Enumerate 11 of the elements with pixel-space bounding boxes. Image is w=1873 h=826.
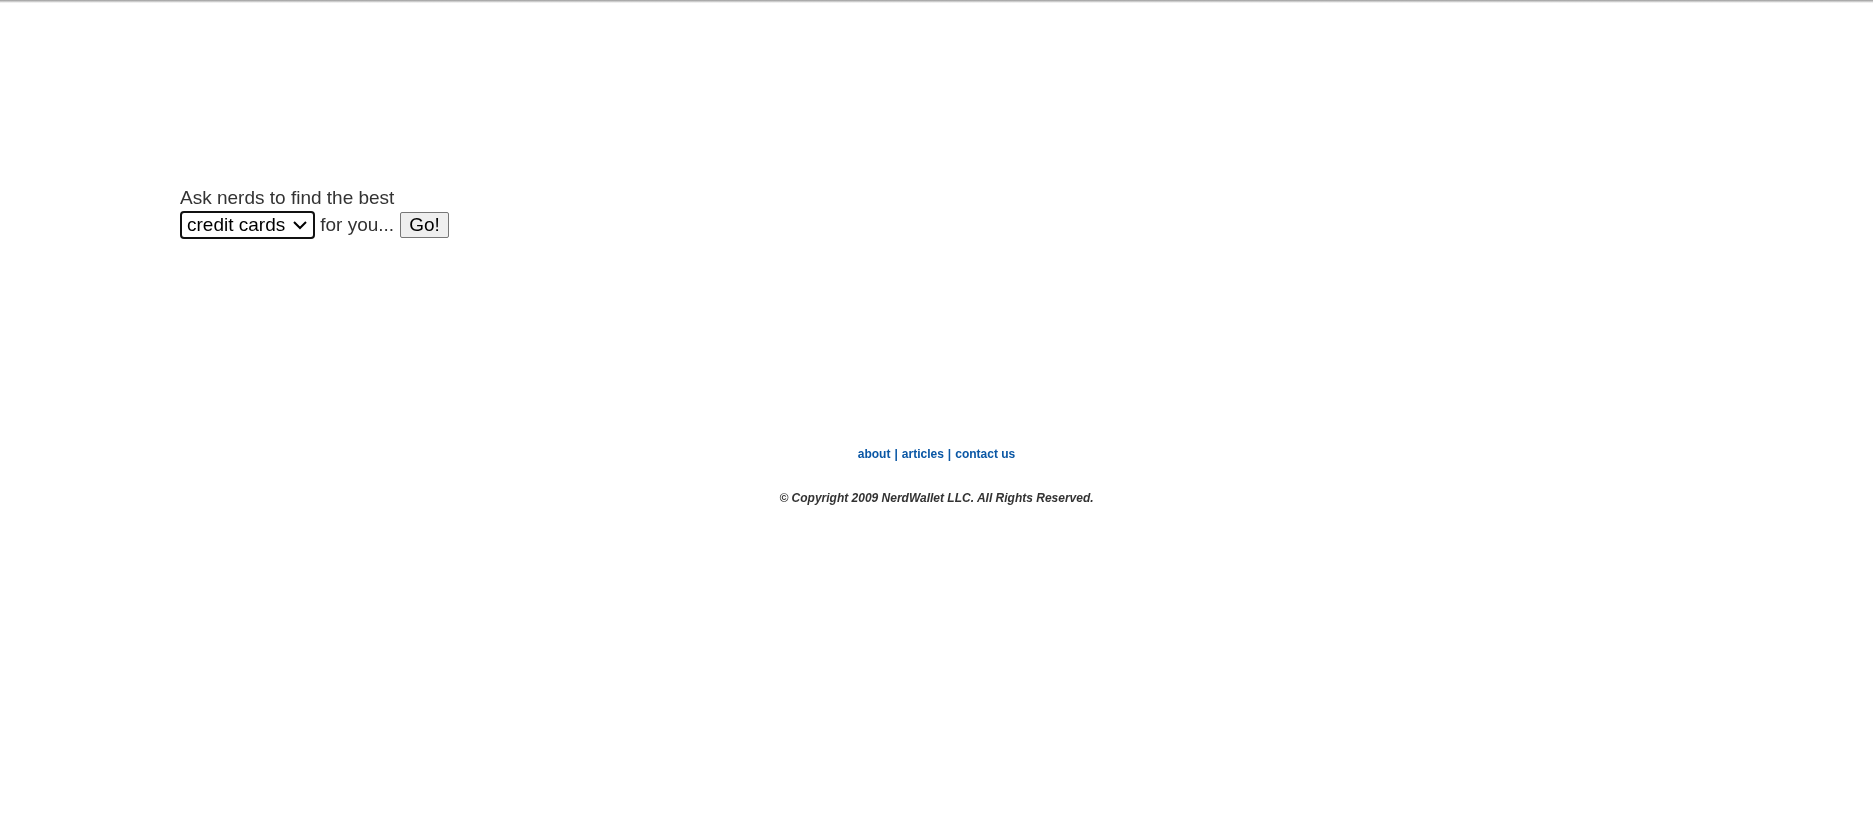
link-separator: | xyxy=(947,447,952,461)
copyright-text: © Copyright 2009 NerdWallet LLC. All Rights Reserved. xyxy=(779,491,1094,505)
suffix-text: for you... xyxy=(320,214,395,236)
link-separator: | xyxy=(894,447,898,461)
footer-link[interactable]: articles xyxy=(901,447,944,461)
go-button[interactable]: Go! xyxy=(400,212,449,238)
footer-link[interactable]: about xyxy=(857,447,891,461)
prompt-text: Ask nerds to find the best xyxy=(180,187,396,209)
chevron-down-icon xyxy=(293,220,308,230)
category-dropdown[interactable]: credit cards xyxy=(180,211,316,239)
footer-link[interactable]: contact us xyxy=(955,447,1016,461)
